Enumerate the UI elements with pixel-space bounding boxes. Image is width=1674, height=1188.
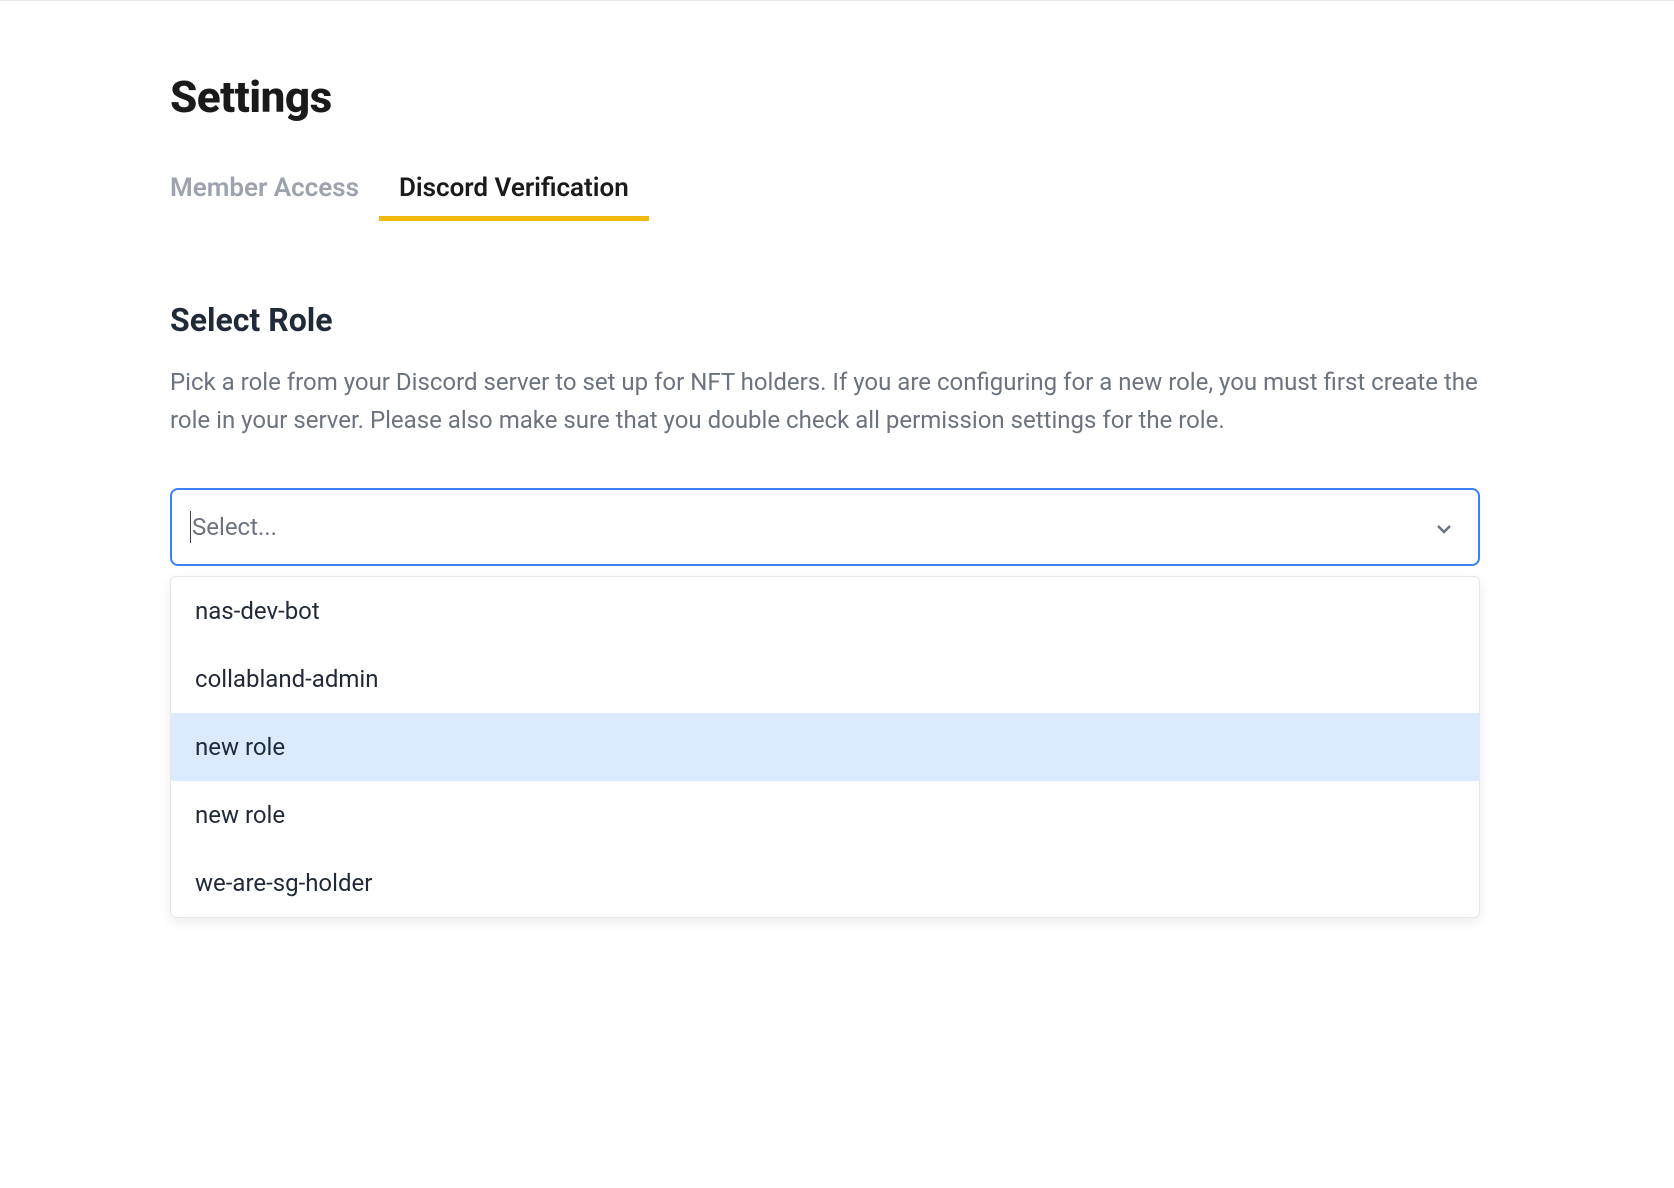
dropdown-option[interactable]: we-are-sg-holder bbox=[171, 849, 1479, 917]
tab-label: Member Access bbox=[170, 173, 359, 203]
tabs-container: Member Access Discord Verification bbox=[170, 173, 1504, 221]
dropdown-option[interactable]: collabland-admin bbox=[171, 645, 1479, 713]
dropdown-option-label: collabland-admin bbox=[195, 665, 379, 693]
dropdown-option-label: nas-dev-bot bbox=[195, 597, 320, 625]
text-cursor bbox=[190, 511, 191, 543]
dropdown-option-label: new role bbox=[195, 733, 285, 761]
role-select-wrapper: Select... nas-dev-bot collabland-admin n… bbox=[170, 488, 1480, 566]
section-title: Select Role bbox=[170, 301, 1504, 339]
dropdown-option-label: we-are-sg-holder bbox=[195, 869, 372, 897]
dropdown-option-label: new role bbox=[195, 801, 285, 829]
tab-member-access[interactable]: Member Access bbox=[170, 173, 359, 221]
role-dropdown: nas-dev-bot collabland-admin new role ne… bbox=[170, 576, 1480, 918]
dropdown-option[interactable]: nas-dev-bot bbox=[171, 577, 1479, 645]
chevron-down-icon bbox=[1434, 517, 1454, 537]
role-select-input[interactable]: Select... bbox=[170, 488, 1480, 566]
dropdown-option[interactable]: new role bbox=[171, 713, 1479, 781]
tab-label: Discord Verification bbox=[399, 173, 629, 203]
settings-page: Settings Member Access Discord Verificat… bbox=[0, 1, 1674, 566]
section-description: Pick a role from your Discord server to … bbox=[170, 363, 1480, 440]
dropdown-option[interactable]: new role bbox=[171, 781, 1479, 849]
page-title: Settings bbox=[170, 71, 1504, 123]
tab-discord-verification[interactable]: Discord Verification bbox=[399, 173, 629, 221]
role-select-placeholder: Select... bbox=[192, 513, 277, 541]
